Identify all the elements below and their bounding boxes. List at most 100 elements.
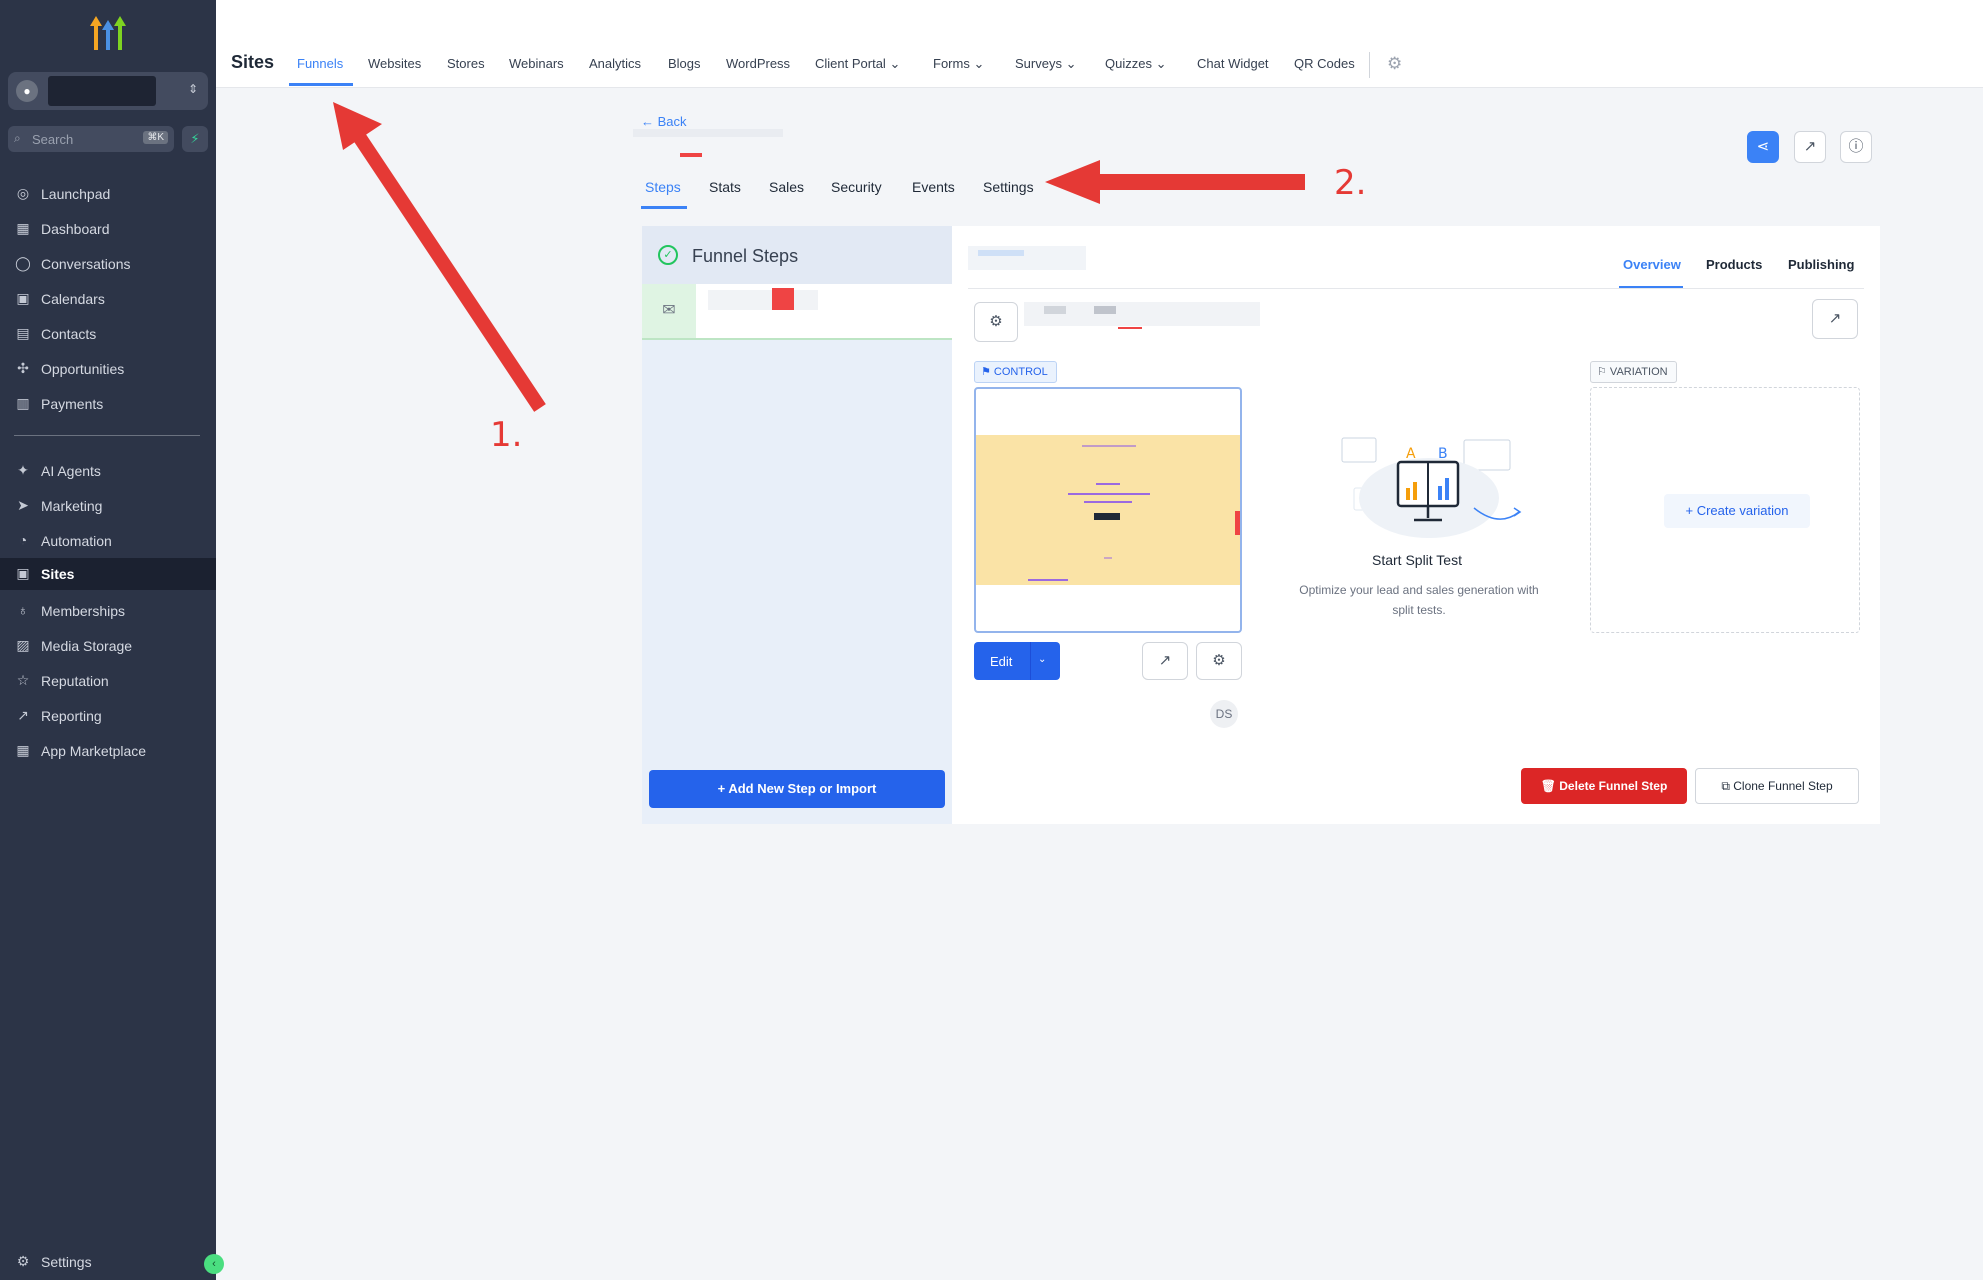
- star-icon: ☆: [16, 672, 30, 688]
- tab-label: Surveys: [1015, 56, 1062, 71]
- tab-surveys[interactable]: Surveys ⌄: [1015, 56, 1077, 72]
- tab-chat-widget[interactable]: Chat Widget: [1197, 56, 1269, 71]
- sidebar-divider: [14, 435, 200, 436]
- sidebar-item-label: Calendars: [41, 291, 105, 307]
- sparkle-icon: ✦: [17, 462, 29, 478]
- gear-icon[interactable]: ⚙: [974, 302, 1018, 342]
- sidebar-item-memberships[interactable]: ♁ Memberships: [0, 595, 216, 627]
- delete-funnel-step-button[interactable]: 🗑 Delete Funnel Step: [1521, 768, 1687, 804]
- sidebar-item-label: AI Agents: [41, 463, 101, 479]
- tab-events[interactable]: Events: [912, 179, 955, 195]
- tab-websites[interactable]: Websites: [368, 56, 421, 71]
- sidebar-item-reporting[interactable]: ↗ Reporting: [0, 700, 216, 732]
- active-tab-indicator: [641, 206, 687, 209]
- edit-button[interactable]: Edit ⌄: [974, 642, 1060, 680]
- tab-blogs[interactable]: Blogs: [668, 56, 701, 71]
- step-url-redacted: [1024, 302, 1260, 326]
- control-tag: ⚑ CONTROL: [974, 361, 1057, 383]
- tab-stores[interactable]: Stores: [447, 56, 485, 71]
- control-page-preview[interactable]: [974, 387, 1242, 633]
- sidebar-item-ai-agents[interactable]: ✦ AI Agents: [0, 455, 216, 487]
- app-logo[interactable]: [86, 14, 130, 54]
- chevron-down-icon[interactable]: ⌄: [1038, 654, 1046, 665]
- account-switcher[interactable]: ● ⇕: [8, 72, 208, 110]
- funnel-step-item[interactable]: ✉: [642, 284, 952, 340]
- chevron-updown-icon: ⇕: [187, 82, 198, 96]
- funnel-steps-header: ✓ Funnel Steps: [642, 226, 952, 284]
- chevron-down-icon: ⌄: [1155, 56, 1167, 71]
- external-link-icon[interactable]: ↗: [1142, 642, 1188, 680]
- opportunities-icon: ✣: [17, 360, 29, 376]
- add-new-step-button[interactable]: + Add New Step or Import: [649, 770, 945, 808]
- external-link-icon[interactable]: ↗: [1794, 131, 1826, 163]
- sidebar-item-sites[interactable]: ▣ Sites: [0, 558, 216, 590]
- create-variation-button[interactable]: + Create variation: [1664, 494, 1810, 528]
- sidebar-item-label: Reputation: [41, 673, 109, 689]
- sidebar-item-app-marketplace[interactable]: ▦ App Marketplace: [0, 735, 216, 767]
- envelope-icon: ✉: [642, 284, 696, 338]
- tab-funnels[interactable]: Funnels: [297, 56, 343, 71]
- sidebar-item-label: Media Storage: [41, 638, 133, 654]
- tab-quizzes[interactable]: Quizzes ⌄: [1105, 56, 1167, 72]
- topbar-divider: [1369, 52, 1370, 78]
- tab-overview[interactable]: Overview: [1623, 257, 1681, 272]
- sidebar-item-label: Settings: [41, 1254, 92, 1270]
- step-detail-panel: Overview Products Publishing ⚙ ↗ ⚑ CONTR…: [952, 226, 1880, 824]
- sidebar-item-label: Reporting: [41, 708, 102, 724]
- send-icon: ➤: [17, 497, 29, 513]
- sidebar-item-settings[interactable]: ⚙ Settings: [0, 1246, 216, 1278]
- quick-action-bolt-icon[interactable]: ⚡: [182, 126, 208, 152]
- tab-client-portal[interactable]: Client Portal ⌄: [815, 56, 900, 72]
- calendar-icon: ▣: [16, 290, 30, 306]
- gear-icon[interactable]: ⚙: [1387, 54, 1402, 74]
- tab-sales[interactable]: Sales: [769, 179, 804, 195]
- automation-icon: ◔: [18, 532, 28, 548]
- sidebar-item-label: Contacts: [41, 326, 97, 342]
- gear-icon[interactable]: ⚙: [1196, 642, 1242, 680]
- edit-label: Edit: [990, 654, 1013, 669]
- sidebar-item-launchpad[interactable]: ◎ Launchpad: [0, 178, 216, 210]
- clone-funnel-step-button[interactable]: ⧉ Clone Funnel Step: [1695, 768, 1859, 804]
- sidebar-search[interactable]: ⌕ Search ⌘K: [8, 126, 174, 152]
- sidebar-item-label: Payments: [41, 396, 104, 412]
- sidebar-item-reputation[interactable]: ☆ Reputation: [0, 665, 216, 697]
- sidebar-item-dashboard[interactable]: ▦ Dashboard: [0, 213, 216, 245]
- sidebar-item-media-storage[interactable]: ▨ Media Storage: [0, 630, 216, 662]
- apps-grid-icon: ▦: [16, 742, 30, 758]
- back-link[interactable]: ← Back: [641, 114, 687, 129]
- sidebar-item-automation[interactable]: ◔ Automation: [0, 525, 216, 557]
- tab-publishing[interactable]: Publishing: [1788, 257, 1854, 272]
- split-test-title: Start Split Test: [1371, 552, 1462, 568]
- info-icon[interactable]: ⓘ: [1840, 131, 1872, 163]
- tab-qr-codes[interactable]: QR Codes: [1294, 56, 1355, 71]
- annotation-number-two: 2.: [1334, 163, 1367, 203]
- tab-webinars[interactable]: Webinars: [509, 56, 564, 71]
- variation-tag: ⚐ VARIATION: [1590, 361, 1677, 383]
- share-icon[interactable]: ⋖: [1747, 131, 1779, 163]
- tab-steps[interactable]: Steps: [645, 179, 681, 195]
- sidebar-item-conversations[interactable]: ◯ Conversations: [0, 248, 216, 280]
- award-icon: ♁: [17, 602, 29, 618]
- sidebar-item-payments[interactable]: ▥ Payments: [0, 388, 216, 420]
- svg-text:B: B: [1438, 446, 1448, 462]
- sidebar-item-label: App Marketplace: [41, 743, 147, 759]
- tab-products[interactable]: Products: [1706, 257, 1762, 272]
- sidebar-item-contacts[interactable]: ▤ Contacts: [0, 318, 216, 350]
- sidebar-collapse-icon[interactable]: ‹: [204, 1254, 224, 1274]
- tab-wordpress[interactable]: WordPress: [726, 56, 790, 71]
- step-name-redacted: [708, 290, 818, 310]
- check-circle-icon: ✓: [658, 245, 678, 265]
- account-name-redacted: [48, 76, 156, 106]
- page-title: Sites: [231, 52, 275, 72]
- external-link-icon[interactable]: ↗: [1812, 299, 1858, 339]
- tab-settings[interactable]: Settings: [983, 179, 1034, 195]
- receipt-icon: ▥: [16, 395, 30, 411]
- tab-stats[interactable]: Stats: [709, 179, 741, 195]
- tab-forms[interactable]: Forms ⌄: [933, 56, 984, 72]
- sidebar-item-marketing[interactable]: ➤ Marketing: [0, 490, 216, 522]
- sidebar-item-calendars[interactable]: ▣ Calendars: [0, 283, 216, 315]
- tab-analytics[interactable]: Analytics: [589, 56, 641, 71]
- tab-security[interactable]: Security: [831, 179, 882, 195]
- sidebar-item-opportunities[interactable]: ✣ Opportunities: [0, 353, 216, 385]
- funnel-steps-panel: ✓ Funnel Steps ✉ + Add New Step or Impor…: [642, 226, 952, 824]
